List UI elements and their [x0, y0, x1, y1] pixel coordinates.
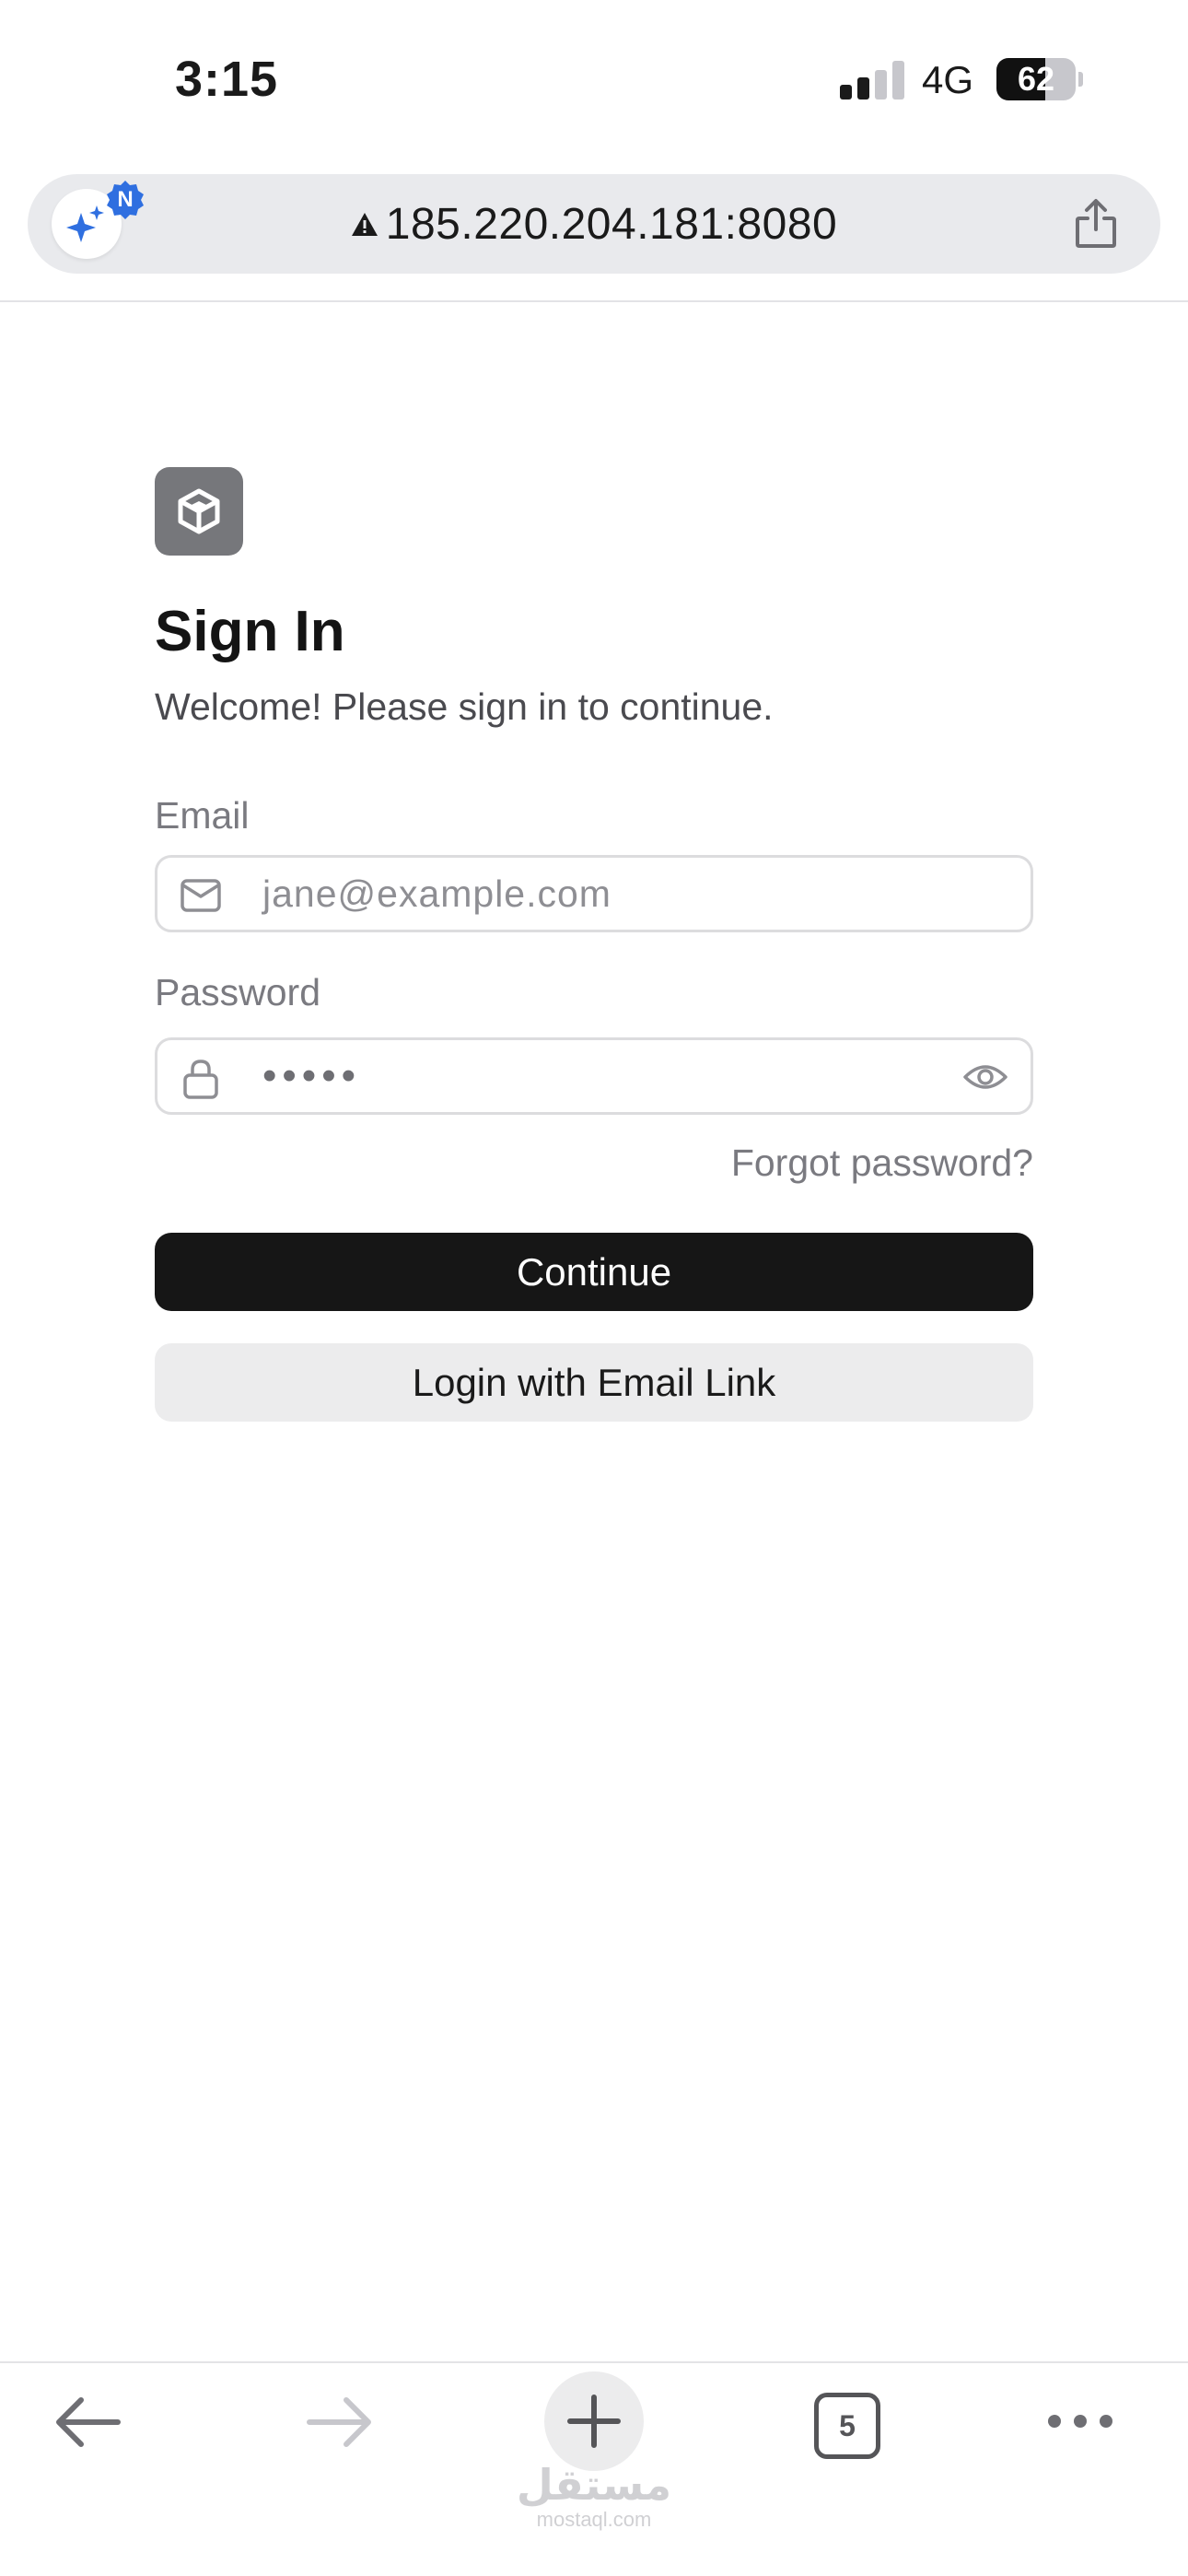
tabs-button[interactable]: 5	[814, 2393, 880, 2459]
page-subtitle: Welcome! Please sign in to continue.	[155, 685, 774, 728]
browser-page: 3:15 4G 62 N 185.220.204.181:8080 Sign I…	[0, 0, 1188, 2576]
email-label: Email	[155, 794, 250, 837]
watermark: مستقل mostaql.com	[516, 2462, 672, 2532]
app-logo	[155, 467, 243, 556]
url-text[interactable]: 185.220.204.181:8080	[386, 199, 837, 250]
more-icon[interactable]	[1046, 2411, 1114, 2431]
cellular-signal-icon	[840, 61, 906, 100]
battery-percent: 62	[1017, 60, 1055, 98]
continue-button[interactable]: Continue	[155, 1233, 1033, 1311]
forward-arrow-icon[interactable]	[306, 2395, 374, 2450]
network-type: 4G	[922, 58, 974, 101]
cube-icon	[178, 488, 220, 534]
eye-icon[interactable]	[962, 1060, 1008, 1094]
watermark-arabic: مستقل	[516, 2460, 672, 2510]
status-time: 3:15	[175, 52, 279, 107]
address-bar[interactable]: N 185.220.204.181:8080	[28, 174, 1160, 274]
share-icon[interactable]	[1068, 196, 1124, 252]
password-field[interactable]: •••••	[155, 1037, 1033, 1115]
password-label: Password	[155, 971, 321, 1013]
lock-icon	[183, 1060, 218, 1099]
back-arrow-icon[interactable]	[53, 2395, 122, 2450]
password-value[interactable]: •••••	[262, 1040, 361, 1112]
mail-icon	[181, 879, 221, 912]
divider	[0, 300, 1188, 302]
email-link-login-button[interactable]: Login with Email Link	[155, 1343, 1033, 1422]
email-field[interactable]: jane@example.com	[155, 855, 1033, 932]
battery-icon: 62	[996, 58, 1083, 100]
new-tab-button[interactable]	[544, 2371, 644, 2471]
divider	[0, 2361, 1188, 2363]
email-placeholder[interactable]: jane@example.com	[262, 858, 611, 930]
status-bar: 3:15 4G 62	[0, 0, 1188, 166]
forgot-password-link[interactable]: Forgot password?	[700, 1142, 1033, 1185]
warning-icon	[351, 213, 378, 236]
page-title: Sign In	[155, 600, 345, 663]
watermark-latin: mostaql.com	[536, 2508, 652, 2531]
plus-icon	[567, 2395, 621, 2448]
